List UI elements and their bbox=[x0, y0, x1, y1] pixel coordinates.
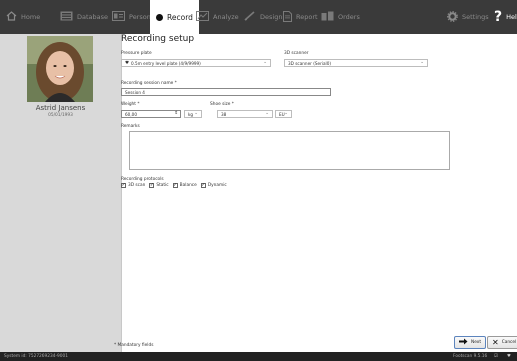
stepper-icon[interactable]: ⇕ bbox=[174, 111, 178, 116]
nav-orders-label: Orders bbox=[338, 13, 360, 21]
protocol-label: Balance bbox=[179, 183, 197, 188]
nav-person[interactable]: Person bbox=[112, 0, 151, 34]
checkmark-icon: ✓ bbox=[121, 183, 126, 188]
cancel-button[interactable]: ✕ Cancel bbox=[487, 336, 517, 349]
nav-orders[interactable]: Orders bbox=[321, 0, 360, 34]
patient-sidebar: Astrid Jansens 05/01/1993 bbox=[0, 34, 122, 352]
check-icon: ☑ bbox=[494, 354, 498, 359]
weight-unit-value: kg bbox=[188, 111, 194, 117]
checkmark-icon: ✓ bbox=[149, 183, 155, 188]
nav-analyze-label: Analyze bbox=[213, 13, 239, 21]
help-question-icon: ? bbox=[494, 9, 503, 25]
page-title: Recording setup bbox=[121, 34, 195, 44]
report-icon bbox=[283, 10, 292, 24]
pressure-plate-label: Pressure plate bbox=[121, 51, 152, 56]
next-button[interactable]: Next bbox=[454, 336, 487, 349]
nav-record[interactable]: Record bbox=[150, 0, 199, 34]
weight-input[interactable]: 60,00 ⇕ bbox=[121, 110, 181, 118]
session-name-label: Recording session name * bbox=[121, 81, 177, 86]
protocol-label: Static bbox=[156, 183, 169, 188]
database-icon bbox=[60, 11, 73, 23]
heart-icon: ♥ bbox=[507, 354, 511, 359]
app-version: Footscan 9.5.16 bbox=[453, 354, 488, 359]
protocol-label: Dynamic bbox=[207, 183, 227, 188]
nav-design[interactable]: Design bbox=[244, 0, 282, 34]
shoe-size-select[interactable]: 38 ⌄ bbox=[217, 110, 273, 118]
weight-unit-select[interactable]: kg ⌄ bbox=[184, 110, 202, 118]
chevron-down-icon: ⌄ bbox=[194, 111, 198, 116]
nav-database[interactable]: Database bbox=[60, 0, 108, 34]
nav-settings-label: Settings bbox=[462, 13, 489, 21]
nav-report[interactable]: Report bbox=[283, 0, 318, 34]
nav-analyze[interactable]: Analyze bbox=[196, 0, 239, 34]
scanner-value: 3D scanner (Serial0) bbox=[288, 60, 331, 66]
weight-value: 60,00 bbox=[125, 111, 137, 117]
gear-icon bbox=[447, 10, 458, 24]
nav-record-label: Record bbox=[167, 12, 193, 22]
checkmark-icon: ✓ bbox=[172, 183, 178, 188]
checkmark-icon: ✓ bbox=[200, 183, 206, 188]
nav-design-label: Design bbox=[260, 13, 283, 21]
patient-name: Astrid Jansens bbox=[35, 104, 86, 112]
protocols-group: ✓ 3D scan ✓ Static ✓ Balance ✓ Dynamic bbox=[121, 183, 231, 188]
scanner-select[interactable]: 3D scanner (Serial0) ⌄ bbox=[284, 59, 428, 67]
cancel-label: Cancel bbox=[501, 340, 517, 345]
remarks-label: Remarks bbox=[121, 124, 140, 129]
chevron-down-icon: ⌄ bbox=[263, 60, 267, 65]
shoe-unit-select[interactable]: EU ⌄ bbox=[275, 110, 292, 118]
chevron-down-icon: ⌄ bbox=[284, 111, 288, 116]
protocol-balance-checkbox[interactable]: ✓ Balance bbox=[172, 183, 197, 188]
session-name-value: Session 4 bbox=[125, 89, 145, 95]
close-icon: ✕ bbox=[492, 338, 499, 347]
chevron-down-icon: ⌄ bbox=[420, 60, 424, 65]
system-id: System id: 7527269234-9001 bbox=[4, 354, 68, 359]
home-icon bbox=[6, 11, 17, 23]
arrow-right-icon bbox=[459, 338, 468, 347]
recording-setup-panel: Recording setup Pressure plate ♥ 0.5m en… bbox=[114, 34, 517, 352]
status-bar: System id: 7527269234-9001 Footscan 9.5.… bbox=[0, 352, 517, 361]
nav-report-label: Report bbox=[296, 13, 318, 21]
protocol-dynamic-checkbox[interactable]: ✓ Dynamic bbox=[200, 183, 227, 188]
protocol-static-checkbox[interactable]: ✓ Static bbox=[149, 183, 169, 188]
analyze-icon bbox=[196, 11, 209, 23]
session-name-input[interactable]: Session 4 bbox=[121, 88, 331, 96]
pressure-plate-select[interactable]: ♥ 0.5m entry level plate (4/9/9999) ⌄ bbox=[121, 59, 271, 67]
person-card-icon bbox=[112, 11, 125, 23]
record-icon bbox=[156, 13, 163, 21]
next-label: Next bbox=[471, 340, 482, 345]
nav-settings[interactable]: Settings bbox=[447, 0, 489, 34]
nav-home-label: Home bbox=[21, 13, 41, 21]
patient-dob: 05/01/1993 bbox=[48, 113, 73, 118]
chevron-down-icon: ⌄ bbox=[265, 111, 269, 116]
nav-database-label: Database bbox=[77, 13, 109, 21]
nav-home[interactable]: Home bbox=[6, 0, 40, 34]
protocols-label: Recording protocols bbox=[121, 177, 164, 182]
scanner-label: 3D scanner bbox=[284, 51, 309, 56]
mandatory-note: * Mandatory fields bbox=[114, 343, 154, 348]
shoe-size-value: 38 bbox=[221, 111, 227, 117]
protocol-label: 3D scan bbox=[128, 183, 146, 188]
remarks-textarea[interactable] bbox=[129, 131, 450, 170]
weight-label: Weight * bbox=[121, 102, 140, 107]
pressure-plate-value: 0.5m entry level plate (4/9/9999) bbox=[131, 60, 201, 66]
nav-help[interactable]: ? Help bbox=[494, 0, 517, 34]
protocol-3d-scan-checkbox[interactable]: ✓ 3D scan bbox=[121, 183, 145, 188]
nav-person-label: Person bbox=[129, 13, 151, 21]
orders-icon bbox=[321, 11, 334, 23]
shield-icon: ♥ bbox=[125, 60, 130, 66]
avatar bbox=[27, 36, 93, 102]
nav-help-label: Help bbox=[506, 13, 517, 21]
main-toolbar: Home Database Person Record Analyze Desi… bbox=[0, 0, 517, 34]
design-pen-icon bbox=[244, 11, 256, 23]
shoe-size-label: Shoe size * bbox=[210, 102, 234, 107]
